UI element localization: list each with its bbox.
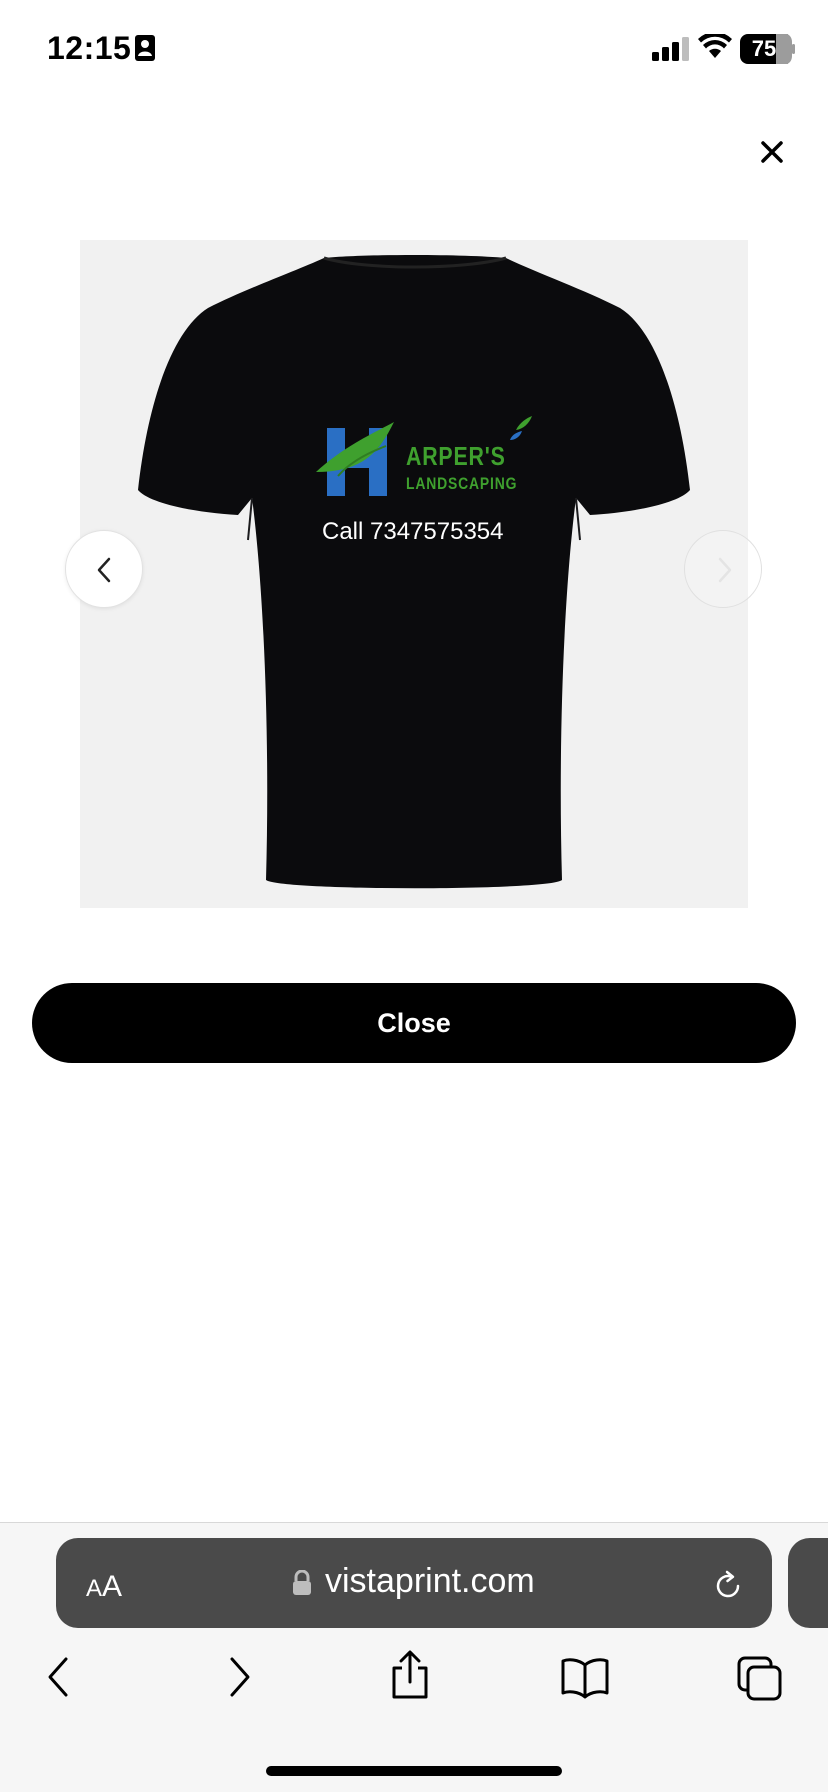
url-text[interactable]: vistaprint.com (325, 1562, 535, 1601)
reload-icon[interactable] (710, 1568, 746, 1604)
logo-text-line1: ARPER'S (406, 441, 506, 471)
page: 12:15 75 ARPER'S LANDSCAPING Call 734757… (0, 0, 828, 1792)
chevron-right-icon (718, 557, 732, 583)
previous-image-button[interactable] (65, 530, 143, 608)
next-image-button[interactable] (684, 530, 762, 608)
home-indicator (266, 1766, 562, 1776)
forward-icon[interactable] (222, 1655, 256, 1699)
product-image: ARPER'S LANDSCAPING Call 7347575354 (80, 240, 748, 908)
logo-text-line2: LANDSCAPING (406, 474, 518, 493)
share-icon[interactable] (388, 1650, 432, 1700)
contact-card-icon (135, 35, 155, 61)
back-icon[interactable] (42, 1655, 76, 1699)
chevron-left-icon (97, 557, 111, 583)
close-icon[interactable] (756, 136, 788, 168)
status-bar: 12:15 75 (0, 0, 828, 100)
phone-text: Call 7347575354 (322, 518, 504, 545)
tabs-icon[interactable] (736, 1655, 784, 1703)
wifi-icon (698, 34, 732, 58)
text-size-small-label: A (86, 1575, 103, 1602)
next-tab-preview[interactable] (788, 1538, 828, 1628)
lock-icon (293, 1570, 311, 1595)
close-button[interactable]: Close (32, 983, 796, 1063)
tshirt-graphic (138, 255, 690, 889)
battery-level: 75 (751, 36, 777, 61)
bookmarks-icon[interactable] (560, 1655, 610, 1699)
text-size-large-label: A (102, 1570, 123, 1603)
text-size-button[interactable]: AA (86, 1570, 122, 1604)
cellular-signal-icon (652, 37, 689, 61)
status-time: 12:15 (47, 30, 132, 66)
